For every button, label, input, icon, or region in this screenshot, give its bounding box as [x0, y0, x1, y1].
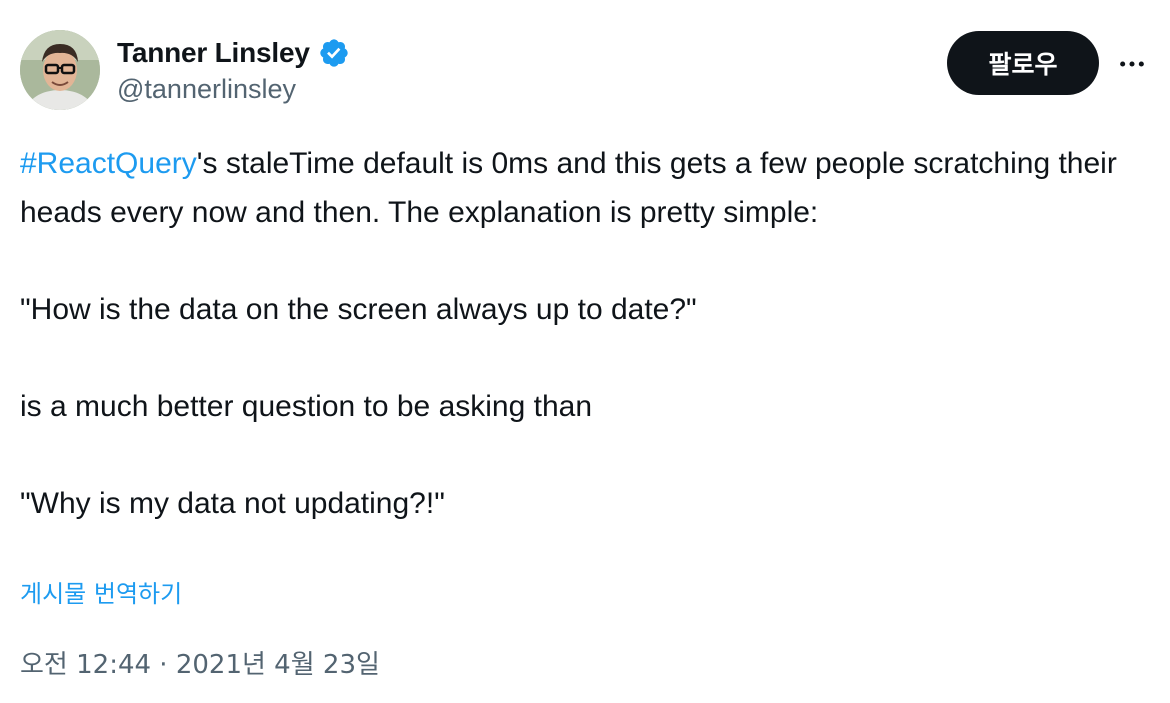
translate-post-link[interactable]: 게시물 번역하기 — [20, 574, 182, 609]
tweet-timestamp[interactable]: 오전 12:44 · 2021년 4월 23일 — [20, 644, 380, 681]
more-options-button[interactable] — [1112, 44, 1152, 84]
author-avatar[interactable] — [20, 30, 100, 110]
more-horizontal-icon — [1120, 61, 1144, 67]
verified-badge-icon[interactable] — [318, 37, 350, 69]
tweet-paragraph-4: "Why is my data not updating?!" — [20, 486, 445, 520]
avatar-photo-icon — [20, 30, 100, 110]
author-name-row: Tanner Linsley — [117, 33, 350, 73]
follow-button[interactable]: 팔로우 — [947, 31, 1099, 95]
author-display-name[interactable]: Tanner Linsley — [117, 37, 310, 69]
tweet-text: #ReactQuery's staleTime default is 0ms a… — [20, 140, 1140, 528]
tweet-card: Tanner Linsley @tannerlinsley 팔로우 #React… — [0, 0, 1170, 703]
hashtag-link[interactable]: #ReactQuery — [20, 147, 197, 180]
tweet-paragraph-1: #ReactQuery's staleTime default is 0ms a… — [20, 140, 1140, 237]
tweet-paragraph-2: "How is the data on the screen always up… — [20, 292, 697, 326]
author-handle[interactable]: @tannerlinsley — [117, 74, 296, 105]
tweet-paragraph-3: is a much better question to be asking t… — [20, 389, 593, 423]
